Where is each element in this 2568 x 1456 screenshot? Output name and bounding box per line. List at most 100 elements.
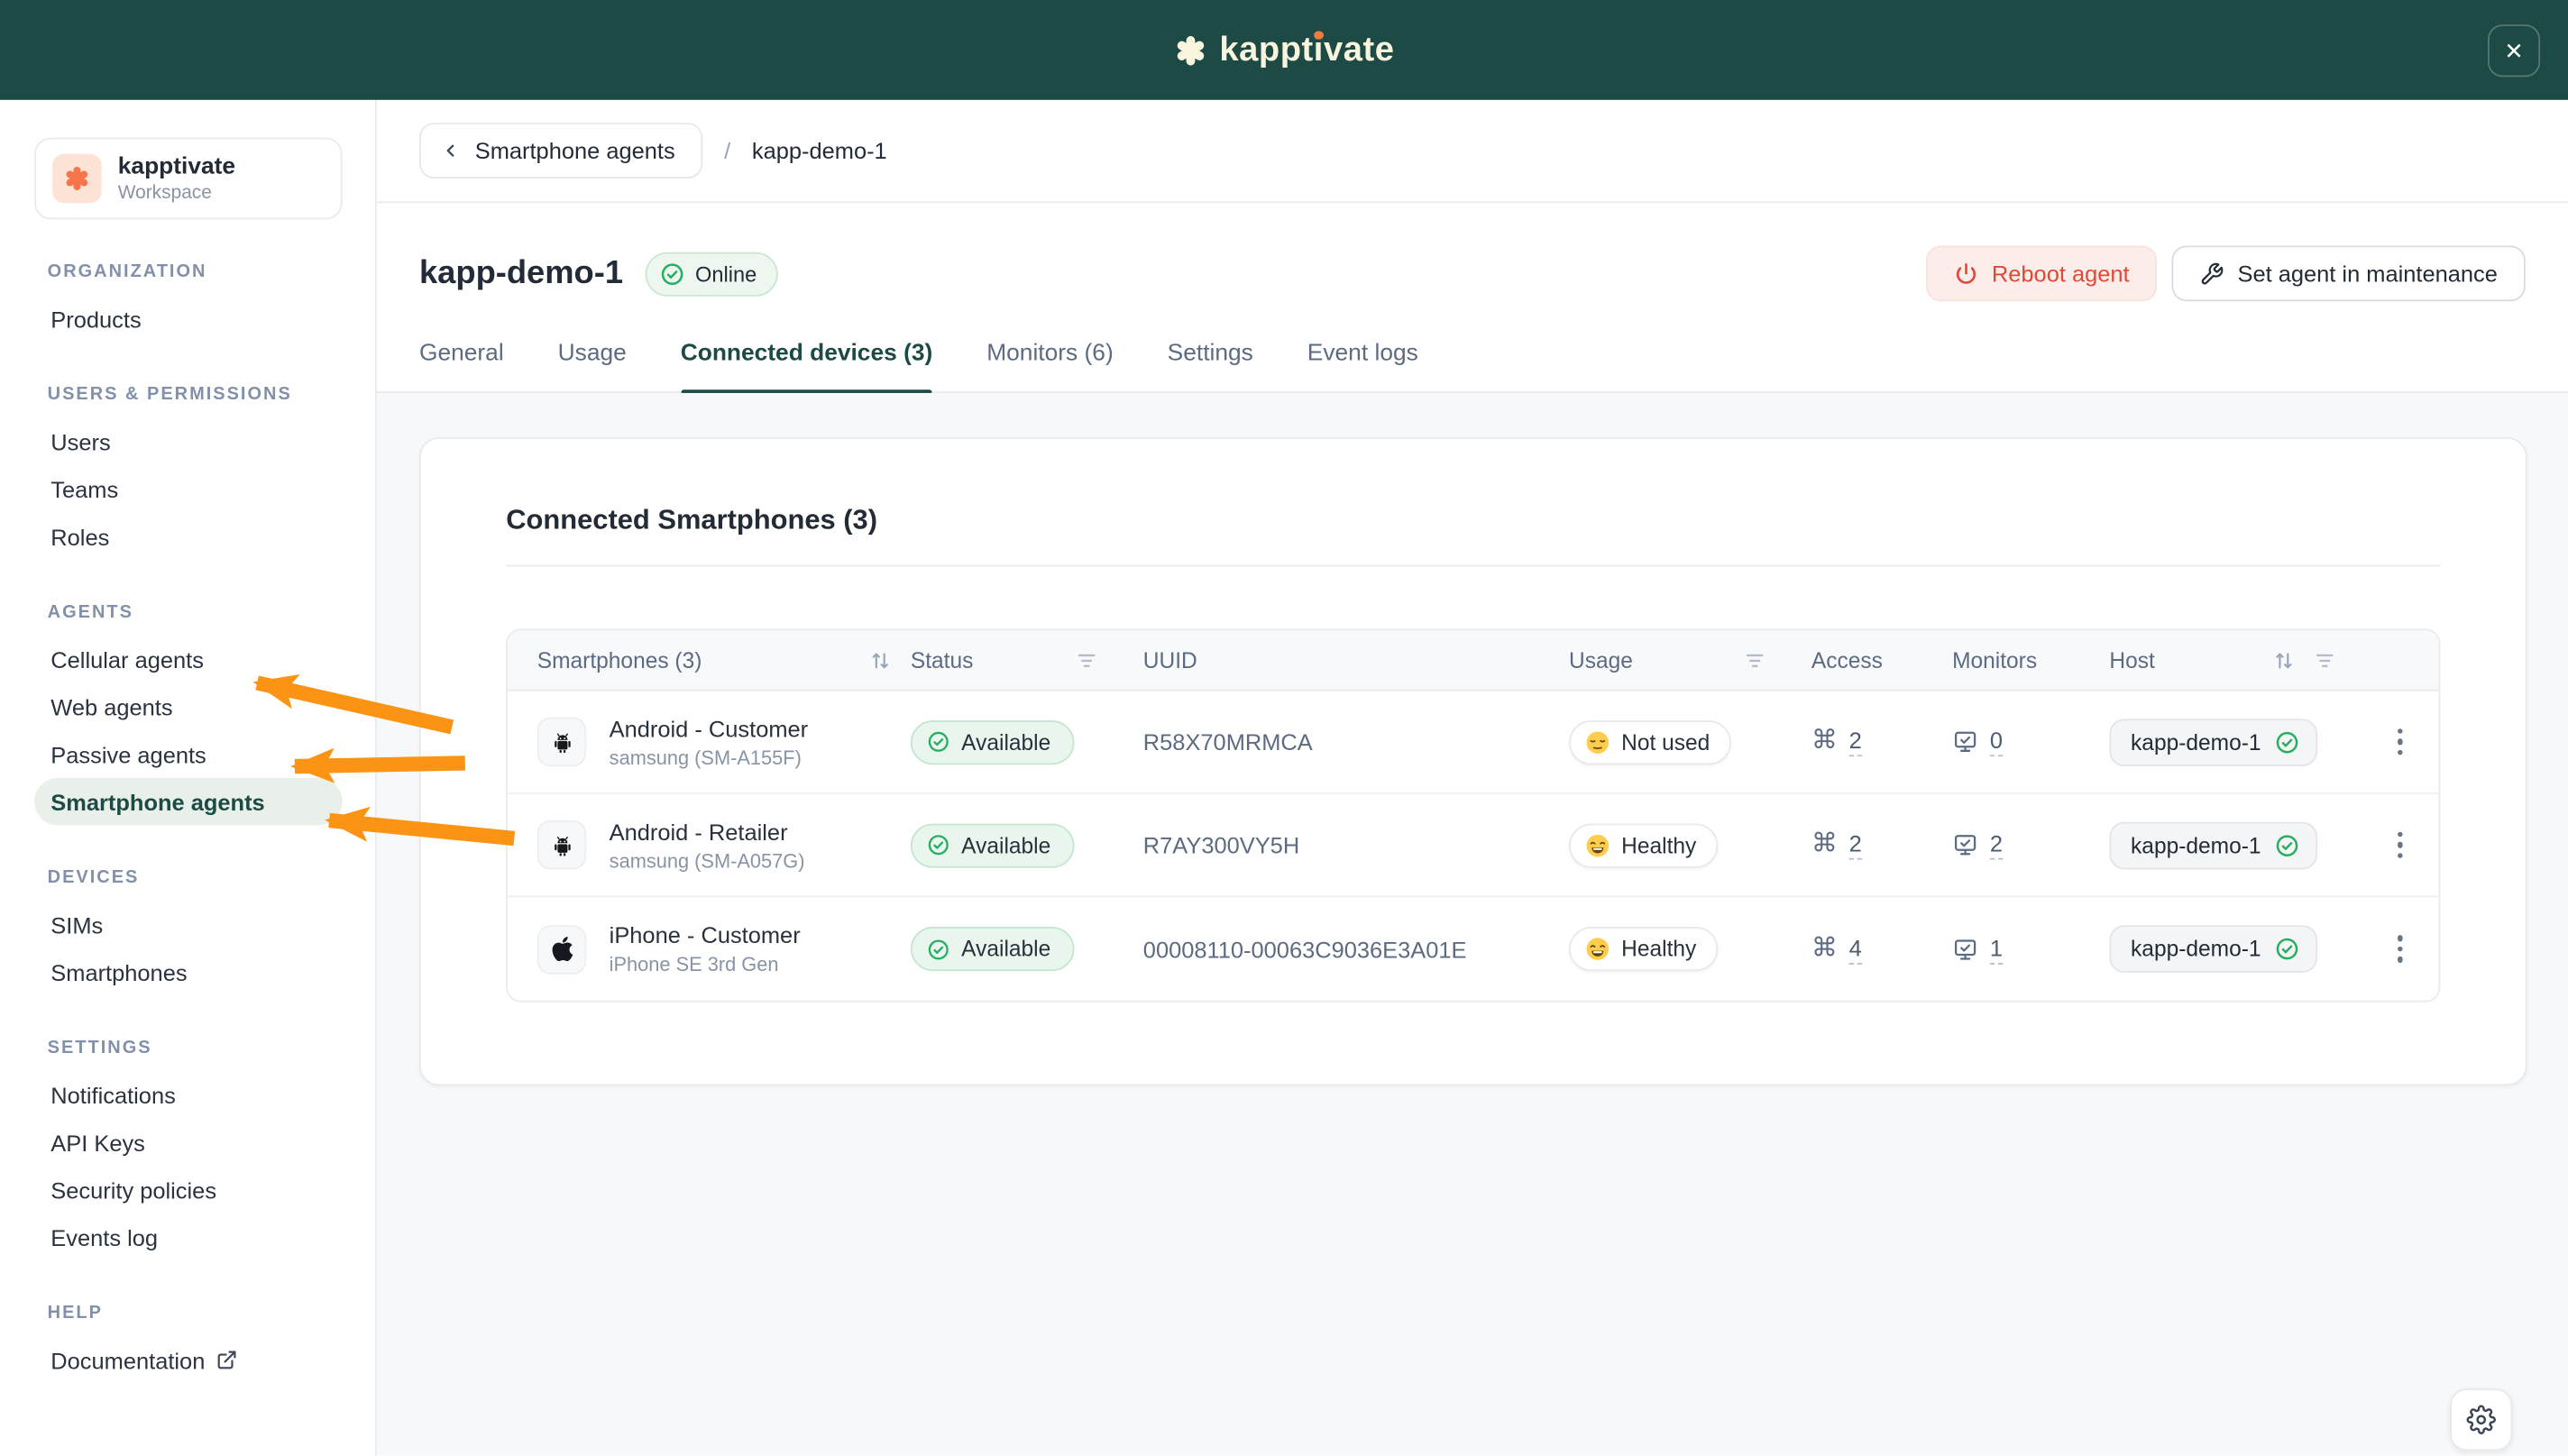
pensive-face-icon bbox=[1585, 729, 1610, 754]
external-link-icon bbox=[216, 1350, 238, 1371]
power-icon bbox=[1954, 261, 1978, 286]
android-icon bbox=[537, 820, 586, 869]
usage-badge: Healthy bbox=[1569, 927, 1718, 971]
workspace-card[interactable]: kapptivate Workspace bbox=[34, 138, 342, 220]
kapptivate-logo: kapptivate bbox=[1173, 31, 1394, 70]
close-button[interactable]: ✕ bbox=[2488, 24, 2540, 77]
host-chip[interactable]: kapp-demo-1 bbox=[2109, 925, 2316, 973]
command-icon: ⌘ bbox=[1811, 936, 1838, 962]
filter-icon[interactable] bbox=[1076, 649, 1097, 671]
table-row[interactable]: Android - Retailer samsung (SM-A057G) Av… bbox=[508, 794, 2438, 897]
tab-settings[interactable]: Settings bbox=[1168, 341, 1253, 391]
filter-icon[interactable] bbox=[1744, 649, 1766, 671]
check-circle-icon bbox=[2274, 937, 2298, 961]
reboot-agent-button[interactable]: Reboot agent bbox=[1926, 245, 2157, 301]
col-uuid[interactable]: UUID bbox=[1143, 647, 1569, 672]
check-circle-icon bbox=[927, 938, 949, 960]
host-chip[interactable]: kapp-demo-1 bbox=[2109, 821, 2316, 869]
tab-connected-devices[interactable]: Connected devices (3) bbox=[681, 341, 933, 391]
card-divider bbox=[506, 565, 2440, 567]
sidebar-item-passive-agents[interactable]: Passive agents bbox=[34, 730, 342, 778]
sidebar-item-roles[interactable]: Roles bbox=[34, 513, 342, 561]
status-badge-online: Online bbox=[646, 252, 777, 296]
tab-usage[interactable]: Usage bbox=[558, 341, 627, 391]
col-usage[interactable]: Usage bbox=[1569, 647, 1811, 672]
tab-monitors[interactable]: Monitors (6) bbox=[986, 341, 1114, 391]
section-label-users-permissions: USERS & PERMISSIONS bbox=[34, 385, 342, 405]
monitors-count[interactable]: 1 bbox=[1990, 934, 2003, 964]
sort-icon[interactable] bbox=[2273, 649, 2295, 671]
page-title: kapp-demo-1 bbox=[419, 254, 623, 292]
sidebar-item-smartphone-agents[interactable]: Smartphone agents bbox=[34, 778, 342, 826]
device-model: iPhone SE 3rd Gen bbox=[610, 953, 801, 975]
sidebar-item-web-agents[interactable]: Web agents bbox=[34, 682, 342, 730]
main-content: Smartphone agents / kapp-demo-1 kapp-dem… bbox=[377, 100, 2568, 1456]
uuid-value: 00008110-00063C9036E3A01E bbox=[1143, 936, 1569, 962]
row-menu-button[interactable] bbox=[2390, 825, 2409, 865]
col-status[interactable]: Status bbox=[911, 647, 1143, 672]
card-heading: Connected Smartphones (3) bbox=[506, 504, 2440, 536]
table-row[interactable]: Android - Customer samsung (SM-A155F) Av… bbox=[508, 691, 2438, 793]
breadcrumb-current: kapp-demo-1 bbox=[752, 138, 887, 164]
access-count[interactable]: 2 bbox=[1849, 830, 1862, 860]
access-count[interactable]: 2 bbox=[1849, 727, 1862, 756]
android-icon bbox=[537, 718, 586, 766]
tab-general[interactable]: General bbox=[419, 341, 504, 391]
status-badge: Available bbox=[911, 719, 1074, 764]
uuid-value: R58X70MRMCA bbox=[1143, 728, 1569, 755]
device-name: Android - Customer bbox=[610, 715, 808, 741]
breadcrumb-back-button[interactable]: Smartphone agents bbox=[419, 123, 703, 179]
col-access[interactable]: Access bbox=[1811, 647, 1952, 672]
table-header-row: Smartphones (3) Status UUID bbox=[508, 630, 2438, 691]
monitors-count[interactable]: 2 bbox=[1990, 830, 2003, 860]
sidebar-item-security-policies[interactable]: Security policies bbox=[34, 1166, 342, 1213]
table-row[interactable]: iPhone - Customer iPhone SE 3rd Gen Avai… bbox=[508, 897, 2438, 1000]
chevron-left-icon bbox=[441, 141, 461, 160]
grinning-face-icon bbox=[1585, 833, 1610, 857]
workspace-name: kapptivate bbox=[118, 154, 235, 180]
page-header: kapp-demo-1 Online Reboot agent Set agen… bbox=[377, 203, 2568, 301]
host-chip[interactable]: kapp-demo-1 bbox=[2109, 718, 2316, 765]
set-maintenance-button[interactable]: Set agent in maintenance bbox=[2172, 245, 2526, 301]
row-menu-button[interactable] bbox=[2390, 722, 2409, 763]
logo-wordmark: kapptivate bbox=[1219, 31, 1394, 70]
breadcrumb-back-label: Smartphone agents bbox=[475, 138, 675, 164]
check-circle-icon bbox=[927, 730, 949, 753]
kapptivate-logo-icon bbox=[1173, 33, 1206, 66]
sidebar-item-smartphones[interactable]: Smartphones bbox=[34, 948, 342, 996]
sort-icon[interactable] bbox=[869, 649, 891, 671]
usage-badge: Healthy bbox=[1569, 823, 1718, 867]
filter-icon[interactable] bbox=[2314, 649, 2335, 671]
sidebar-item-teams[interactable]: Teams bbox=[34, 465, 342, 513]
close-icon: ✕ bbox=[2504, 37, 2523, 65]
command-icon: ⌘ bbox=[1811, 728, 1838, 755]
app-root: kapptivate ✕ kapptivate Workspace ORGANI… bbox=[0, 0, 2568, 1456]
check-circle-icon bbox=[2274, 729, 2298, 754]
sidebar-item-events-log[interactable]: Events log bbox=[34, 1213, 342, 1261]
device-name: Android - Retailer bbox=[610, 818, 805, 844]
row-menu-button[interactable] bbox=[2390, 929, 2409, 969]
wrench-icon bbox=[2200, 261, 2224, 286]
monitor-icon bbox=[1952, 728, 1978, 755]
section-label-help: HELP bbox=[34, 1304, 342, 1323]
sidebar-item-notifications[interactable]: Notifications bbox=[34, 1071, 342, 1119]
tab-event-logs[interactable]: Event logs bbox=[1307, 341, 1418, 391]
col-monitors[interactable]: Monitors bbox=[1952, 647, 2109, 672]
sidebar-item-api-keys[interactable]: API Keys bbox=[34, 1119, 342, 1167]
access-count[interactable]: 4 bbox=[1849, 934, 1862, 964]
sidebar-item-users[interactable]: Users bbox=[34, 417, 342, 465]
sidebar-item-products[interactable]: Products bbox=[34, 295, 342, 343]
col-host[interactable]: Host bbox=[2109, 647, 2354, 672]
check-circle-icon bbox=[661, 261, 685, 286]
monitors-count[interactable]: 0 bbox=[1990, 727, 2003, 756]
check-circle-icon bbox=[2274, 833, 2298, 857]
breadcrumb: Smartphone agents / kapp-demo-1 bbox=[377, 100, 2568, 203]
settings-gear-button[interactable] bbox=[2450, 1388, 2512, 1451]
sidebar-item-documentation[interactable]: Documentation bbox=[34, 1336, 342, 1384]
breadcrumb-separator: / bbox=[724, 138, 730, 164]
sidebar-item-cellular-agents[interactable]: Cellular agents bbox=[34, 636, 342, 683]
monitor-icon bbox=[1952, 936, 1978, 962]
reboot-agent-label: Reboot agent bbox=[1992, 261, 2130, 287]
sidebar-item-sims[interactable]: SIMs bbox=[34, 901, 342, 948]
col-smartphones[interactable]: Smartphones (3) bbox=[537, 647, 911, 672]
